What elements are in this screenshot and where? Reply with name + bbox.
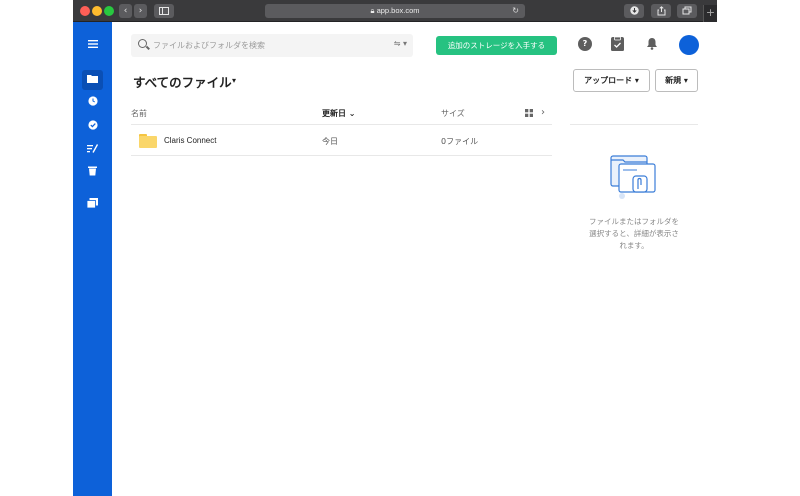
select-file-illustration-icon [610,155,656,199]
nav-notes[interactable] [82,140,103,160]
plus-icon: + [705,6,716,19]
nav-recents[interactable] [82,93,103,113]
row-size: 0ファイル [441,137,479,146]
user-avatar[interactable] [679,35,699,55]
grid-view-icon[interactable] [525,109,533,119]
get-more-storage-button[interactable]: 追加のストレージを入手する [436,36,557,55]
zoom-window-button[interactable] [104,6,114,16]
clock-icon [87,96,98,106]
search-input[interactable] [153,34,383,57]
folder-icon [139,134,157,148]
minimize-window-button[interactable] [92,6,102,16]
bell-icon [647,38,657,50]
tasks-clipboard-icon[interactable] [611,36,624,51]
column-header-name[interactable]: 名前 [131,108,147,119]
toggle-details-chevron-icon[interactable]: › [541,107,545,118]
trash-icon [88,166,97,176]
hamburger-menu-button[interactable] [82,35,103,55]
search-box: ⇋ ▾ [131,34,413,57]
sidebar-toggle-button[interactable] [154,4,174,18]
chevron-left-icon: ‹ [123,6,128,16]
browser-window: ‹ › 🔒︎ app.box.com ↻ + ファイルおよびフォルダを検索 ⇋ … [73,0,717,496]
lock-icon: 🔒︎ [370,6,375,15]
forward-button[interactable]: › [134,4,147,18]
search-icon [138,39,147,48]
nav-collections[interactable] [82,195,103,215]
collections-icon [86,198,98,209]
chevron-right-icon: › [138,6,143,16]
column-header-updated[interactable]: 更新日 ⌄ [322,108,356,119]
address-url: app.box.com [376,6,420,15]
box-left-nav [73,22,112,496]
folder-nav-icon [87,75,98,83]
notifications-bell-icon[interactable] [645,37,659,51]
row-updated: 今日 [322,137,338,146]
help-icon[interactable]: ? [578,37,592,51]
sidebar-icon [159,7,169,15]
column-header-size[interactable]: サイズ [441,108,465,119]
share-icon [657,6,665,16]
clipboard-check-icon [611,36,624,51]
row-name[interactable]: Claris Connect [164,136,216,145]
page-title[interactable]: すべてのファイル [133,72,232,91]
browser-toolbar: ‹ › 🔒︎ app.box.com ↻ + [73,0,717,22]
new-button[interactable]: 新規 ▾ [655,69,698,92]
table-row[interactable]: Claris Connect 今日 0ファイル [131,125,552,156]
hamburger-icon [87,40,98,48]
nav-all-files[interactable] [82,70,103,90]
close-window-button[interactable] [80,6,90,16]
address-bar[interactable]: 🔒︎ app.box.com ↻ [265,4,525,18]
tabs-icon [682,6,692,15]
downloads-button[interactable] [624,4,644,18]
nav-tasks[interactable] [82,117,103,137]
notes-icon [87,144,99,153]
check-circle-icon [87,120,98,130]
upload-button[interactable]: アップロード ▾ [573,69,650,92]
new-tab-button[interactable]: + [703,5,717,22]
details-panel-divider [570,124,698,125]
tabs-overview-button[interactable] [677,4,697,18]
back-button[interactable]: ‹ [119,4,132,18]
filter-options-icon[interactable]: ⇋ ▾ [394,39,407,48]
nav-trash[interactable] [82,163,103,183]
details-empty-message: ファイルまたはフォルダを選択すると、詳細が表示されます。 [589,217,679,250]
share-button[interactable] [651,4,671,18]
download-icon [629,6,639,15]
title-caret-down-icon[interactable]: ▾ [232,76,236,85]
grid-squares-icon [525,109,533,117]
reload-icon[interactable]: ↻ [512,4,519,18]
